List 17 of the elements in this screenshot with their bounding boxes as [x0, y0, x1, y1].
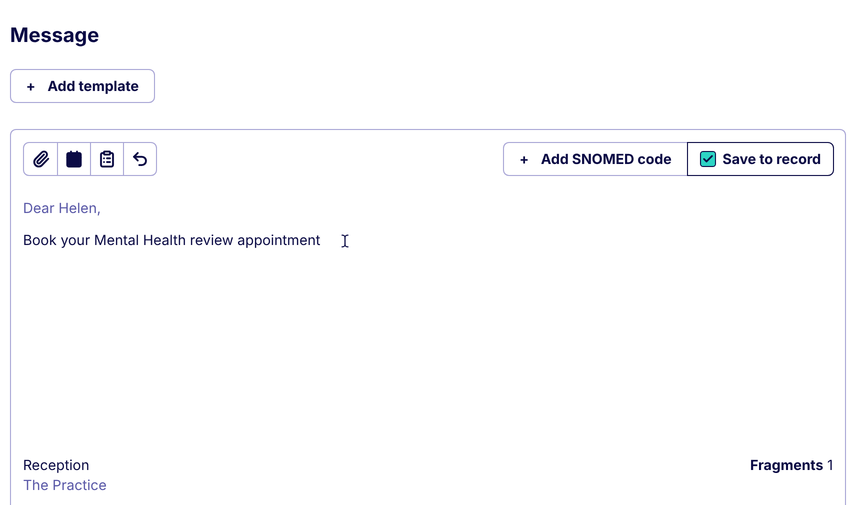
calendar-icon — [65, 150, 83, 168]
paperclip-icon — [32, 150, 50, 168]
fragments-count: 1 — [827, 456, 833, 476]
undo-icon — [131, 150, 149, 168]
fragments-label: Fragments — [750, 456, 824, 476]
message-editor[interactable]: + Add SNOMED code Save to record Dear Helen, Book your Mental Health review appointment Reception The Practice Fragments 1 — [10, 129, 846, 505]
add-template-button[interactable]: + Add template — [10, 69, 155, 103]
signature-line: The Practice — [23, 476, 107, 496]
section-title: Message — [10, 22, 100, 48]
add-snomed-button[interactable]: + Add SNOMED code — [503, 142, 687, 176]
signature-line: Reception — [23, 456, 90, 476]
message-body: Book your Mental Health review appointment — [23, 231, 320, 251]
greeting-text: Dear Helen, — [23, 199, 101, 219]
save-to-record-button[interactable]: Save to record — [686, 142, 834, 176]
clipboard-icon — [98, 150, 116, 168]
checkbox[interactable] — [700, 151, 716, 167]
check-icon — [702, 153, 714, 165]
